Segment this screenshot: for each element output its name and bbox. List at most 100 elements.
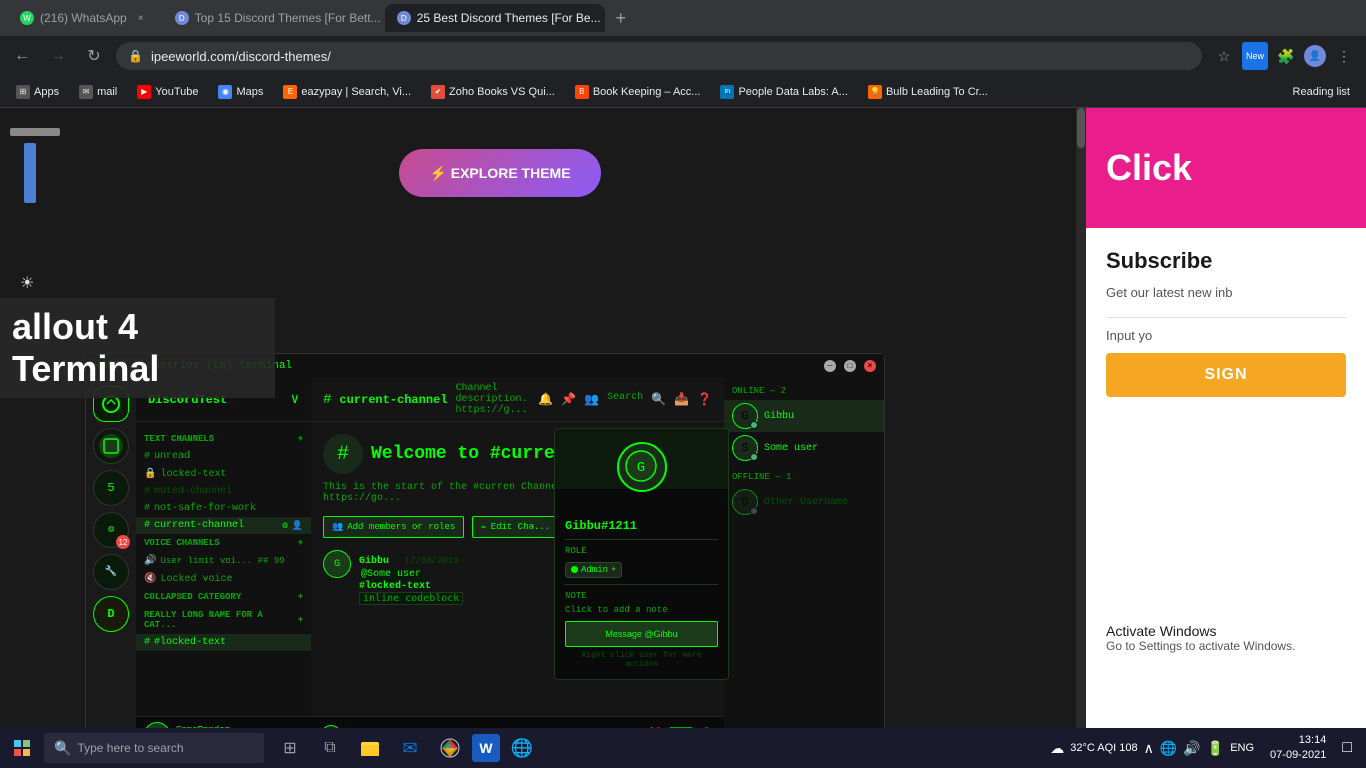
tray-battery[interactable]: 🔋 — [1207, 740, 1224, 757]
terminal-close[interactable]: × — [864, 360, 876, 372]
terminal-body: 5 ⚙ 12 🔧 D DiscordTest — [86, 378, 884, 728]
add-long-icon[interactable]: + — [298, 615, 303, 625]
add-voice-icon[interactable]: + — [298, 538, 303, 548]
new-tab-button[interactable]: + — [607, 4, 635, 32]
edit-channel-btn[interactable]: ✏ Edit Cha... — [472, 516, 559, 538]
taskbar-taskview[interactable]: ⧉ — [312, 730, 348, 766]
browser-frame: W (216) WhatsApp × D Top 15 Discord Them… — [0, 0, 1366, 108]
bookmark-youtube[interactable]: ▶ YouTube — [129, 80, 206, 104]
bookmark-people[interactable]: in People Data Labs: A... — [712, 80, 855, 104]
refresh-button[interactable]: ↻ — [80, 42, 108, 70]
bookmark-favicon-people: in — [720, 85, 734, 99]
inbox-icon[interactable]: 📥 — [674, 392, 689, 407]
voice-channel-locked[interactable]: 🔇 Locked voice — [136, 570, 311, 588]
member-item-gibbu[interactable]: G Gibbu — [724, 400, 884, 432]
channel-item-nsfw[interactable]: # not-safe-for-work — [136, 500, 311, 517]
notification-center-button[interactable]: □ — [1336, 739, 1358, 757]
channel-item-current[interactable]: # current-channel ⚙ 👤 — [136, 517, 311, 534]
taskbar-search-box[interactable]: 🔍 Type here to search — [44, 733, 264, 763]
scroll-indicator — [10, 128, 60, 136]
server-icon-4[interactable]: ⚙ 12 — [93, 512, 129, 548]
taskbar-clock[interactable]: 13:14 07-09-2021 — [1264, 733, 1332, 764]
channel-settings-icon[interactable]: 👤 — [292, 521, 303, 531]
add-collapsed-icon[interactable]: + — [298, 592, 303, 602]
bookmarks-bar: ⊞ Apps ✉ mail ▶ YouTube ◉ Maps E eazypay… — [0, 76, 1366, 108]
bookmark-apps[interactable]: ⊞ Apps — [8, 80, 67, 104]
help-icon[interactable]: ❓ — [697, 392, 712, 407]
really-long-category-header[interactable]: REALLY LONG NAME FOR A CAT... + — [136, 606, 311, 634]
member-item-offline[interactable]: O Other Username — [724, 486, 884, 518]
tray-weather[interactable]: ☁ — [1050, 740, 1064, 757]
terminal-maximize[interactable]: □ — [844, 360, 856, 372]
speaker-icon: 🔊 — [144, 555, 156, 567]
bookmark-zoho[interactable]: ✔ Zoho Books VS Qui... — [423, 80, 563, 104]
cta-button-label: ⚡ EXPLORE THEME — [429, 165, 570, 182]
channel-item-locked[interactable]: 🔒 locked-text — [136, 465, 311, 483]
svg-text:G: G — [637, 460, 645, 476]
back-button[interactable]: ← — [8, 42, 36, 70]
channel-item-unread[interactable]: # unread — [136, 448, 311, 465]
server-dropdown-icon[interactable]: ∨ — [291, 391, 299, 408]
server-icon-3[interactable]: 5 — [93, 470, 129, 506]
add-members-btn[interactable]: 👥 Add members or roles — [323, 516, 464, 538]
taskbar-explorer[interactable] — [352, 730, 388, 766]
bookmark-maps[interactable]: ◉ Maps — [210, 80, 271, 104]
members-icon[interactable]: 👥 — [584, 392, 599, 407]
forward-button[interactable]: → — [44, 42, 72, 70]
text-channels-header[interactable]: TEXT CHANNELS + — [136, 430, 311, 448]
bookmark-label-bookkeeping: Book Keeping – Acc... — [593, 86, 701, 98]
tab-favicon-discord2: D — [397, 11, 411, 25]
channel-item-muted[interactable]: # muted-channel — [136, 483, 311, 500]
tab-discord1[interactable]: D Top 15 Discord Themes [For Bett... × — [163, 4, 383, 32]
signup-button[interactable]: SIGN — [1106, 353, 1346, 397]
star-button[interactable]: ☆ — [1210, 42, 1238, 70]
address-bar[interactable]: 🔒 ipeeworld.com/discord-themes/ — [116, 42, 1202, 70]
member-item-someuser[interactable]: S Some user — [724, 432, 884, 464]
search-chat-icon[interactable]: 🔍 — [651, 392, 666, 407]
channel-item-blocked[interactable]: # #locked-text — [136, 634, 311, 651]
terminal-minimize[interactable]: ─ — [824, 360, 836, 372]
bookmark-bookkeeping[interactable]: B Book Keeping – Acc... — [567, 80, 709, 104]
tray-language[interactable]: ENG — [1230, 742, 1254, 754]
tray-volume[interactable]: 🔊 — [1183, 740, 1200, 757]
popup-note-text[interactable]: Click to add a note — [565, 605, 718, 615]
voice-channels-header[interactable]: VOICE CHANNELS + — [136, 534, 311, 552]
bookmark-eazypay[interactable]: E eazypay | Search, Vi... — [275, 80, 419, 104]
settings-icon[interactable]: ⚙ — [282, 521, 287, 531]
extensions-button[interactable]: 🧩 — [1272, 42, 1300, 70]
start-button[interactable] — [0, 728, 44, 768]
tray-network[interactable]: 🌐 — [1160, 740, 1177, 757]
msg-bold: #locked-text — [359, 581, 431, 592]
brightness-icon[interactable]: ☀ — [20, 273, 34, 293]
server-icon-2[interactable] — [93, 428, 129, 464]
page-scrollbar-thumb[interactable] — [1077, 108, 1085, 148]
taskbar-word[interactable]: W — [472, 734, 500, 762]
lock-icon: 🔒 — [128, 49, 143, 63]
bookmark-mail[interactable]: ✉ mail — [71, 80, 125, 104]
reading-list-button[interactable]: Reading list — [1285, 80, 1358, 104]
tab-discord2[interactable]: D 25 Best Discord Themes [For Be... × — [385, 4, 605, 32]
server-icon-5[interactable]: 🔧 — [93, 554, 129, 590]
server-icon-6[interactable]: D — [93, 596, 129, 632]
taskbar-mail[interactable]: ✉ — [392, 730, 428, 766]
page-scrollbar-track[interactable] — [1076, 108, 1086, 728]
cta-button[interactable]: ⚡ EXPLORE THEME — [399, 149, 600, 197]
profile-button[interactable]: 👤 — [1304, 45, 1326, 67]
tray-chevron[interactable]: ∧ — [1144, 740, 1154, 757]
collapsed-category-header[interactable]: COLLAPSED CATEGORY + — [136, 588, 311, 606]
tab-whatsapp[interactable]: W (216) WhatsApp × — [8, 4, 161, 32]
taskbar-app7[interactable]: 🌐 — [504, 730, 540, 766]
popup-message-button[interactable]: Message @Gibbu — [565, 621, 718, 647]
search-label: Search — [607, 392, 643, 407]
voice-channel-1[interactable]: 🔊 User limit voi... ## 99 — [136, 552, 311, 570]
taskbar-search-app[interactable]: ⊞ — [272, 730, 308, 766]
taskbar-chrome[interactable] — [432, 730, 468, 766]
activate-windows-desc: Go to Settings to activate Windows. — [1106, 639, 1346, 653]
notification-icon[interactable]: 🔔 — [538, 392, 553, 407]
pin-icon[interactable]: 📌 — [561, 392, 576, 407]
windows-logo — [14, 740, 30, 756]
menu-button[interactable]: ⋮ — [1330, 42, 1358, 70]
bookmark-bulb[interactable]: 💡 Bulb Leading To Cr... — [860, 80, 996, 104]
tab-close-whatsapp[interactable]: × — [133, 10, 149, 26]
add-channel-icon[interactable]: + — [298, 434, 303, 444]
